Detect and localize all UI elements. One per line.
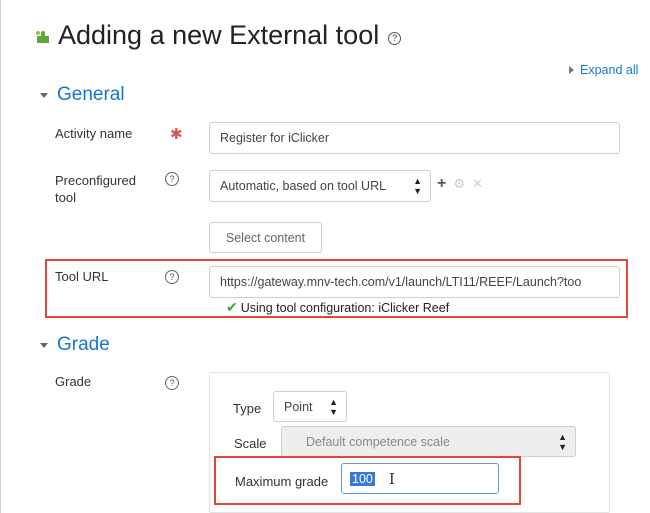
activity-name-label: Activity name bbox=[55, 126, 133, 141]
grade-scale-label: Scale bbox=[234, 436, 267, 451]
checkmark-icon: ✔ bbox=[226, 299, 238, 315]
help-icon[interactable]: ? bbox=[388, 32, 402, 45]
help-icon[interactable]: ? bbox=[165, 270, 179, 284]
puzzle-icon bbox=[36, 30, 49, 43]
tool-url-input[interactable]: https://gateway.mnv-tech.com/v1/launch/L… bbox=[209, 266, 620, 298]
select-arrows-icon: ▲ ▼ bbox=[413, 176, 422, 196]
select-arrows-icon: ▲ ▼ bbox=[558, 431, 567, 452]
select-content-button[interactable]: Select content bbox=[209, 222, 322, 253]
section-grade-header[interactable]: Grade bbox=[40, 334, 110, 356]
page-title-text: Adding a new External tool bbox=[58, 20, 380, 50]
expand-all-link[interactable]: Expand all bbox=[569, 63, 638, 77]
required-icon: ✱ bbox=[170, 126, 183, 143]
help-icon[interactable]: ? bbox=[165, 172, 179, 186]
grade-type-label: Type bbox=[233, 401, 262, 416]
preconfigured-tool-actions: + ⚙ ✕ bbox=[437, 175, 483, 193]
collapse-caret-icon bbox=[40, 342, 48, 348]
expand-all-label: Expand all bbox=[580, 63, 639, 77]
gear-icon[interactable]: ⚙ bbox=[453, 176, 465, 192]
max-grade-label: Maximum grade bbox=[235, 474, 329, 489]
preconfigured-tool-value: Automatic, based on tool URL bbox=[220, 179, 387, 193]
max-grade-value: 100 bbox=[350, 471, 375, 486]
text-cursor-icon: I bbox=[388, 469, 395, 488]
grade-scale-value: Default competence scale bbox=[306, 434, 450, 449]
add-icon[interactable]: + bbox=[437, 175, 446, 193]
grade-scale-select[interactable]: Default competence scale ▲ ▼ bbox=[281, 426, 576, 457]
expand-triangle-icon bbox=[569, 66, 574, 74]
preconfigured-tool-label: Preconfigured tool bbox=[55, 173, 136, 205]
tool-url-label: Tool URL bbox=[55, 269, 109, 284]
section-general-header[interactable]: General bbox=[40, 84, 125, 106]
preconfigured-tool-select[interactable]: Automatic, based on tool URL ▲ ▼ bbox=[209, 170, 431, 202]
page-title: Adding a new External tool ? bbox=[34, 20, 402, 51]
close-icon[interactable]: ✕ bbox=[472, 176, 483, 192]
select-arrows-icon: ▲ ▼ bbox=[329, 396, 338, 417]
grade-type-value: Point bbox=[284, 399, 313, 414]
help-icon[interactable]: ? bbox=[165, 376, 179, 390]
window-border bbox=[0, 0, 1, 513]
grade-label: Grade bbox=[55, 374, 92, 389]
grade-type-select[interactable]: Point ▲ ▼ bbox=[273, 391, 347, 422]
tool-url-status: ✔ Using tool configuration: iClicker Ree… bbox=[226, 299, 449, 316]
max-grade-input[interactable]: 100 I bbox=[341, 463, 499, 494]
activity-name-input[interactable]: Register for iClicker bbox=[209, 122, 620, 154]
tool-url-status-text: Using tool configuration: iClicker Reef bbox=[240, 300, 450, 315]
section-general-title: General bbox=[57, 84, 125, 105]
collapse-caret-icon bbox=[40, 92, 48, 98]
section-grade-title: Grade bbox=[57, 334, 110, 355]
